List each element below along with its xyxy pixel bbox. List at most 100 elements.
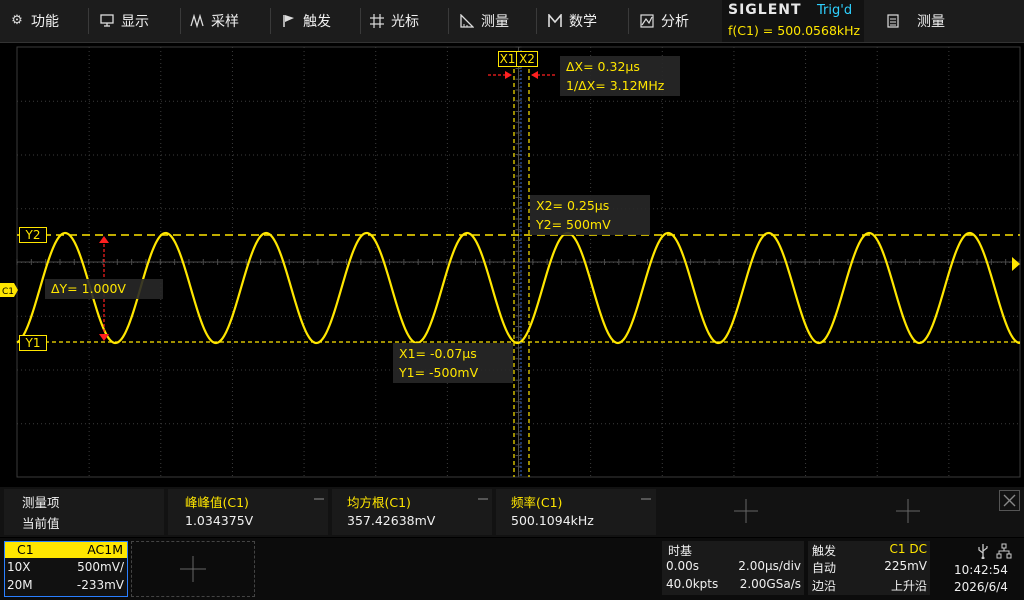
measurement-panel: 测量项 当前值 峰峰值(C1) 1.034375V 均方根(C1) 357.42…	[0, 487, 1024, 537]
menu-math[interactable]: 数学	[548, 0, 597, 42]
meas-pkpk-value: 1.034375V	[185, 513, 254, 528]
trigger-status: Trig'd	[817, 3, 853, 18]
trigger-level-marker[interactable]	[1012, 257, 1020, 271]
menu-separator	[448, 8, 449, 34]
gear-icon: ⚙	[11, 13, 23, 28]
clock-date: 2026/6/4	[954, 580, 1008, 594]
channel-1-probe: 10X	[7, 560, 31, 574]
meas-rms-collapse[interactable]	[478, 498, 488, 500]
timebase-title: 时基	[668, 544, 693, 558]
close-icon	[1003, 494, 1016, 507]
channel-offset-label: C1	[2, 287, 14, 297]
timebase-points: 40.0kpts	[666, 577, 719, 591]
delta-x-value: ΔX= 0.32μs	[566, 59, 640, 74]
meas-freq-collapse[interactable]	[641, 498, 651, 500]
brand-logo: SIGLENT	[728, 2, 802, 18]
status-panel: SIGLENT Trig'd f(C1) = 500.0568kHz	[722, 0, 864, 42]
meas-current-label: 当前值	[22, 516, 60, 531]
menu-measure-label: 测量	[481, 14, 509, 30]
channel-1-offset: -233mV	[76, 578, 124, 592]
meas-freq-name: 频率(C1)	[511, 495, 563, 510]
menu-separator	[360, 8, 361, 34]
channel-1-bw: 20M	[7, 578, 33, 592]
meas-pkpk-name: 峰峰值(C1)	[185, 495, 249, 510]
meas-pkpk-collapse[interactable]	[314, 498, 324, 500]
y2-value: Y2= 500mV	[536, 217, 611, 232]
menu-trigger-label: 触发	[303, 14, 331, 30]
meas-rms-name: 均方根(C1)	[347, 495, 411, 510]
plus-icon	[180, 556, 206, 582]
wave-icon	[190, 13, 204, 29]
channel-1-box[interactable]: C1 AC1M 10X 500mV/ 20M -233mV	[4, 541, 128, 597]
x2-value: X2= 0.25μs	[536, 198, 610, 213]
frequency-counter: f(C1) = 500.0568kHz	[728, 23, 861, 38]
menu-separator	[270, 8, 271, 34]
menu-function[interactable]: ⚙ 功能	[10, 0, 59, 42]
menu-display-label: 显示	[121, 14, 149, 30]
menu-analyze[interactable]: 分析	[640, 0, 689, 42]
menu-display[interactable]: 显示	[100, 0, 149, 42]
x2-y2-readout: X2= 0.25μs Y2= 500mV	[530, 195, 650, 235]
grid-center-axes	[16, 46, 1021, 477]
menu-measure-right-label: 测量	[917, 14, 945, 30]
cursor-y1-tag[interactable]: Y1	[19, 335, 47, 351]
trigger-box[interactable]: 触发 C1 DC 自动 225mV 边沿 上升沿	[808, 541, 930, 595]
menu-separator	[628, 8, 629, 34]
delta-x-readout: ΔX= 0.32μs 1/ΔX= 3.12MHz	[560, 56, 680, 96]
menu-acquire-label: 采样	[211, 14, 239, 30]
inv-delta-x-value: 1/ΔX= 3.12MHz	[566, 78, 665, 93]
trigger-source: C1 DC	[889, 542, 927, 556]
add-measurement-icon[interactable]	[896, 499, 920, 523]
analyze-icon	[640, 14, 654, 28]
network-icon	[996, 543, 1012, 559]
y1-value: Y1= -500mV	[399, 365, 479, 380]
delta-x-arrow-right-head	[531, 71, 538, 79]
menu-separator	[536, 8, 537, 34]
channel-1-scale: 500mV/	[77, 560, 124, 574]
m-icon	[548, 12, 562, 28]
cursor-y2-tag[interactable]: Y2	[19, 227, 47, 243]
cursor-x1-tag[interactable]: X1	[498, 51, 517, 67]
channel-1-header: C1 AC1M	[5, 542, 127, 558]
menu-math-label: 数学	[569, 14, 597, 30]
trigger-level: 225mV	[884, 559, 927, 573]
meas-rms-value: 357.42638mV	[347, 513, 436, 528]
delta-y-readout: ΔY= 1.000V	[45, 279, 163, 299]
timebase-box[interactable]: 时基 0.00s 2.00μs/div 40.0kpts 2.00GSa/s	[662, 541, 804, 595]
delta-y-arrow-up-head	[99, 236, 109, 243]
trigger-type: 边沿	[812, 579, 837, 593]
trigger-title: 触发	[812, 544, 837, 558]
trigger-mode: 自动	[812, 561, 837, 575]
menu-trigger[interactable]: 触发	[282, 0, 331, 42]
delta-x-arrow-left-head	[505, 71, 512, 79]
menu-separator	[88, 8, 89, 34]
menu-measure-right[interactable]: 测量	[886, 0, 945, 42]
meas-header-label: 测量项	[22, 495, 60, 510]
menu-separator	[180, 8, 181, 34]
timebase-delay: 0.00s	[666, 559, 699, 573]
waveform-display[interactable]: C1	[0, 42, 1024, 484]
menu-acquire[interactable]: 采样	[190, 0, 239, 42]
usb-icon	[978, 544, 988, 559]
close-measurement-button[interactable]	[999, 490, 1020, 511]
channel-1-name: C1	[17, 542, 34, 557]
clock-time: 10:42:54	[954, 563, 1008, 577]
x1-y1-readout: X1= -0.07μs Y1= -500mV	[393, 343, 513, 383]
crosshair-icon	[370, 14, 384, 28]
trigger-slope: 上升沿	[890, 579, 927, 593]
x1-value: X1= -0.07μs	[399, 346, 477, 361]
menu-function-label: 功能	[31, 14, 59, 30]
document-icon	[886, 14, 900, 28]
menu-analyze-label: 分析	[661, 14, 689, 30]
timebase-rate: 2.00GSa/s	[739, 577, 801, 591]
add-channel-button[interactable]	[131, 541, 255, 597]
timebase-scale: 2.00μs/div	[738, 559, 801, 573]
meas-freq-value: 500.1094kHz	[511, 513, 594, 528]
menu-cursor[interactable]: 光标	[370, 0, 419, 42]
flag-icon	[282, 14, 296, 28]
menu-measure[interactable]: 测量	[460, 0, 509, 42]
add-measurement-icon[interactable]	[734, 499, 758, 523]
cursor-x2-tag[interactable]: X2	[516, 51, 538, 67]
menu-cursor-label: 光标	[391, 14, 419, 30]
channel-1-coupling: AC1M	[87, 542, 123, 557]
